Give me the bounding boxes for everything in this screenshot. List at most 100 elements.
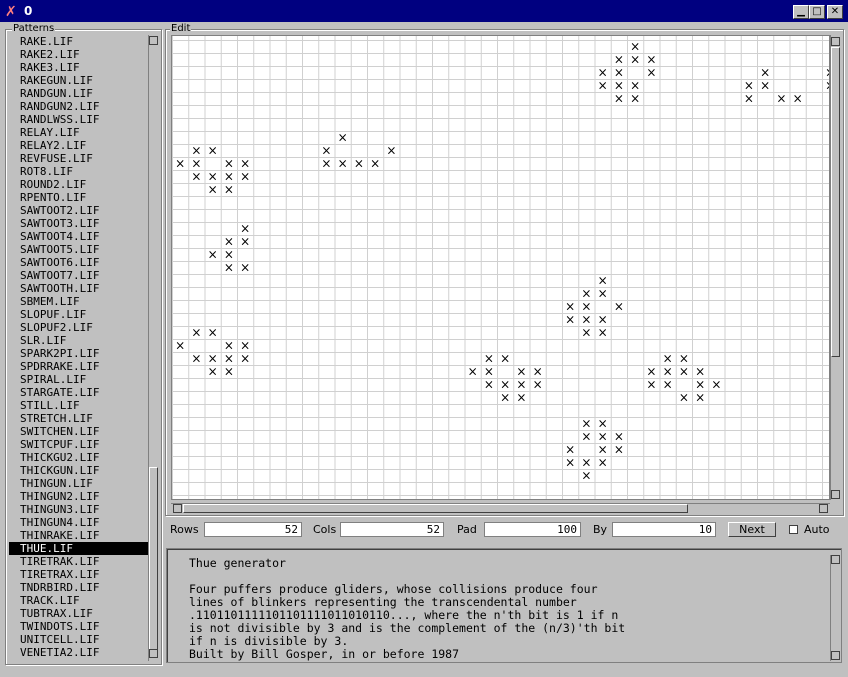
live-cell[interactable]: ×	[208, 170, 218, 184]
live-cell[interactable]: ×	[744, 92, 754, 106]
live-cell[interactable]: ×	[614, 300, 624, 314]
rows-input[interactable]: 52	[204, 522, 302, 537]
pattern-item[interactable]: RELAY2.LIF	[9, 139, 148, 152]
live-cell[interactable]: ×	[630, 92, 640, 106]
pattern-item[interactable]: STARGATE.LIF	[9, 386, 148, 399]
live-cell[interactable]: ×	[484, 378, 494, 392]
live-cell[interactable]: ×	[208, 326, 218, 340]
live-cell[interactable]: ×	[224, 261, 234, 275]
live-cell[interactable]: ×	[565, 456, 575, 470]
pattern-item[interactable]: TUBTRAX.LIF	[9, 607, 148, 620]
live-cell[interactable]: ×	[581, 456, 591, 470]
pattern-item[interactable]: RANDGUN.LIF	[9, 87, 148, 100]
live-cell[interactable]: ×	[630, 40, 640, 54]
live-cell[interactable]: ×	[614, 92, 624, 106]
pattern-item[interactable]: RPENTO.LIF	[9, 191, 148, 204]
pattern-item[interactable]: SPDRRAKE.LIF	[9, 360, 148, 373]
live-cell[interactable]: ×	[614, 430, 624, 444]
live-cell[interactable]: ×	[191, 326, 201, 340]
live-cell[interactable]: ×	[500, 391, 510, 405]
by-input[interactable]: 10	[612, 522, 716, 537]
live-cell[interactable]: ×	[598, 274, 608, 288]
pattern-item[interactable]: SWITCHEN.LIF	[9, 425, 148, 438]
live-cell[interactable]: ×	[565, 443, 575, 457]
live-cell[interactable]: ×	[598, 456, 608, 470]
pattern-item[interactable]: REVFUSE.LIF	[9, 152, 148, 165]
live-cell[interactable]: ×	[679, 365, 689, 379]
next-button[interactable]: Next	[728, 522, 776, 537]
live-cell[interactable]: ×	[646, 53, 656, 67]
live-cell[interactable]: ×	[646, 66, 656, 80]
minimize-button[interactable]: ▁	[793, 5, 809, 19]
pattern-item[interactable]: SLOPUF.LIF	[9, 308, 148, 321]
live-cell[interactable]: ×	[240, 261, 250, 275]
live-cell[interactable]: ×	[663, 365, 673, 379]
pattern-item[interactable]: THINGUN4.LIF	[9, 516, 148, 529]
live-cell[interactable]: ×	[598, 430, 608, 444]
maximize-button[interactable]: □	[809, 5, 825, 19]
pattern-item[interactable]: TIRETRAX.LIF	[9, 568, 148, 581]
pattern-item[interactable]: SLOPUF2.LIF	[9, 321, 148, 334]
grid-scroll-up-button[interactable]	[831, 37, 840, 46]
pattern-item[interactable]: SAWTOOT4.LIF	[9, 230, 148, 243]
live-cell[interactable]: ×	[208, 352, 218, 366]
live-cell[interactable]: ×	[744, 79, 754, 93]
live-cell[interactable]: ×	[208, 144, 218, 158]
grid-scroll-left-button[interactable]	[173, 504, 182, 513]
live-cell[interactable]: ×	[695, 365, 705, 379]
pattern-item[interactable]: UNITCELL.LIF	[9, 633, 148, 646]
live-cell[interactable]: ×	[191, 144, 201, 158]
live-cell[interactable]: ×	[208, 365, 218, 379]
live-cell[interactable]: ×	[581, 300, 591, 314]
live-cell[interactable]: ×	[175, 157, 185, 171]
pattern-item[interactable]: SPARK2PI.LIF	[9, 347, 148, 360]
pattern-item[interactable]: SAWTOOTH.LIF	[9, 282, 148, 295]
live-cell[interactable]: ×	[338, 157, 348, 171]
live-cell[interactable]: ×	[191, 170, 201, 184]
live-cell[interactable]: ×	[224, 170, 234, 184]
pattern-item[interactable]: SAWTOOT6.LIF	[9, 256, 148, 269]
pattern-list[interactable]: RAKE.LIF RAKE2.LIF RAKE3.LIF RAKEGUN.LIF RAN…	[9, 35, 148, 661]
close-button[interactable]: ✕	[827, 5, 843, 19]
pattern-item[interactable]: TRACK.LIF	[9, 594, 148, 607]
live-cell[interactable]: ×	[598, 313, 608, 327]
grid-scroll-down-button[interactable]	[831, 490, 840, 499]
live-cell[interactable]: ×	[598, 326, 608, 340]
live-cell[interactable]: ×	[581, 326, 591, 340]
pattern-item[interactable]: SAWTOOT3.LIF	[9, 217, 148, 230]
pattern-item[interactable]: SAWTOOT7.LIF	[9, 269, 148, 282]
grid-horizontal-scroll-thumb[interactable]	[183, 504, 688, 513]
pattern-item[interactable]: THINRAKE.LIF	[9, 529, 148, 542]
live-cell[interactable]: ×	[614, 66, 624, 80]
live-cell[interactable]: ×	[598, 287, 608, 301]
description-scroll-down-button[interactable]	[831, 651, 840, 660]
live-cell[interactable]: ×	[581, 417, 591, 431]
live-cell[interactable]: ×	[208, 183, 218, 197]
pattern-item[interactable]: ROUND2.LIF	[9, 178, 148, 191]
live-cell[interactable]: ×	[581, 313, 591, 327]
live-cell[interactable]: ×	[224, 365, 234, 379]
live-cell[interactable]: ×	[776, 92, 786, 106]
live-cell[interactable]: ×	[679, 391, 689, 405]
live-cell[interactable]: ×	[500, 378, 510, 392]
live-cell[interactable]: ×	[581, 430, 591, 444]
live-cell[interactable]: ×	[224, 248, 234, 262]
live-cell[interactable]: ×	[598, 417, 608, 431]
live-cell[interactable]: ×	[581, 469, 591, 483]
life-grid[interactable]: × × × × × × × × × × × × × × × × × × × × × × × × × × × × × × × × × × × × × × × ×…	[171, 35, 830, 500]
live-cell[interactable]: ×	[760, 79, 770, 93]
grid-scroll-right-button[interactable]	[819, 504, 828, 513]
live-cell[interactable]: ×	[760, 66, 770, 80]
live-cell[interactable]: ×	[321, 144, 331, 158]
live-cell[interactable]: ×	[663, 352, 673, 366]
scroll-down-button[interactable]	[149, 649, 158, 658]
live-cell[interactable]: ×	[175, 339, 185, 353]
pattern-item[interactable]: SPIRAL.LIF	[9, 373, 148, 386]
live-cell[interactable]: ×	[240, 352, 250, 366]
live-cell[interactable]: ×	[598, 66, 608, 80]
pattern-item[interactable]: ROT8.LIF	[9, 165, 148, 178]
pattern-item[interactable]: THINGUN3.LIF	[9, 503, 148, 516]
live-cell[interactable]: ×	[646, 378, 656, 392]
pattern-item[interactable]: THICKGUN.LIF	[9, 464, 148, 477]
pattern-item[interactable]: VENETIA2.LIF	[9, 646, 148, 659]
